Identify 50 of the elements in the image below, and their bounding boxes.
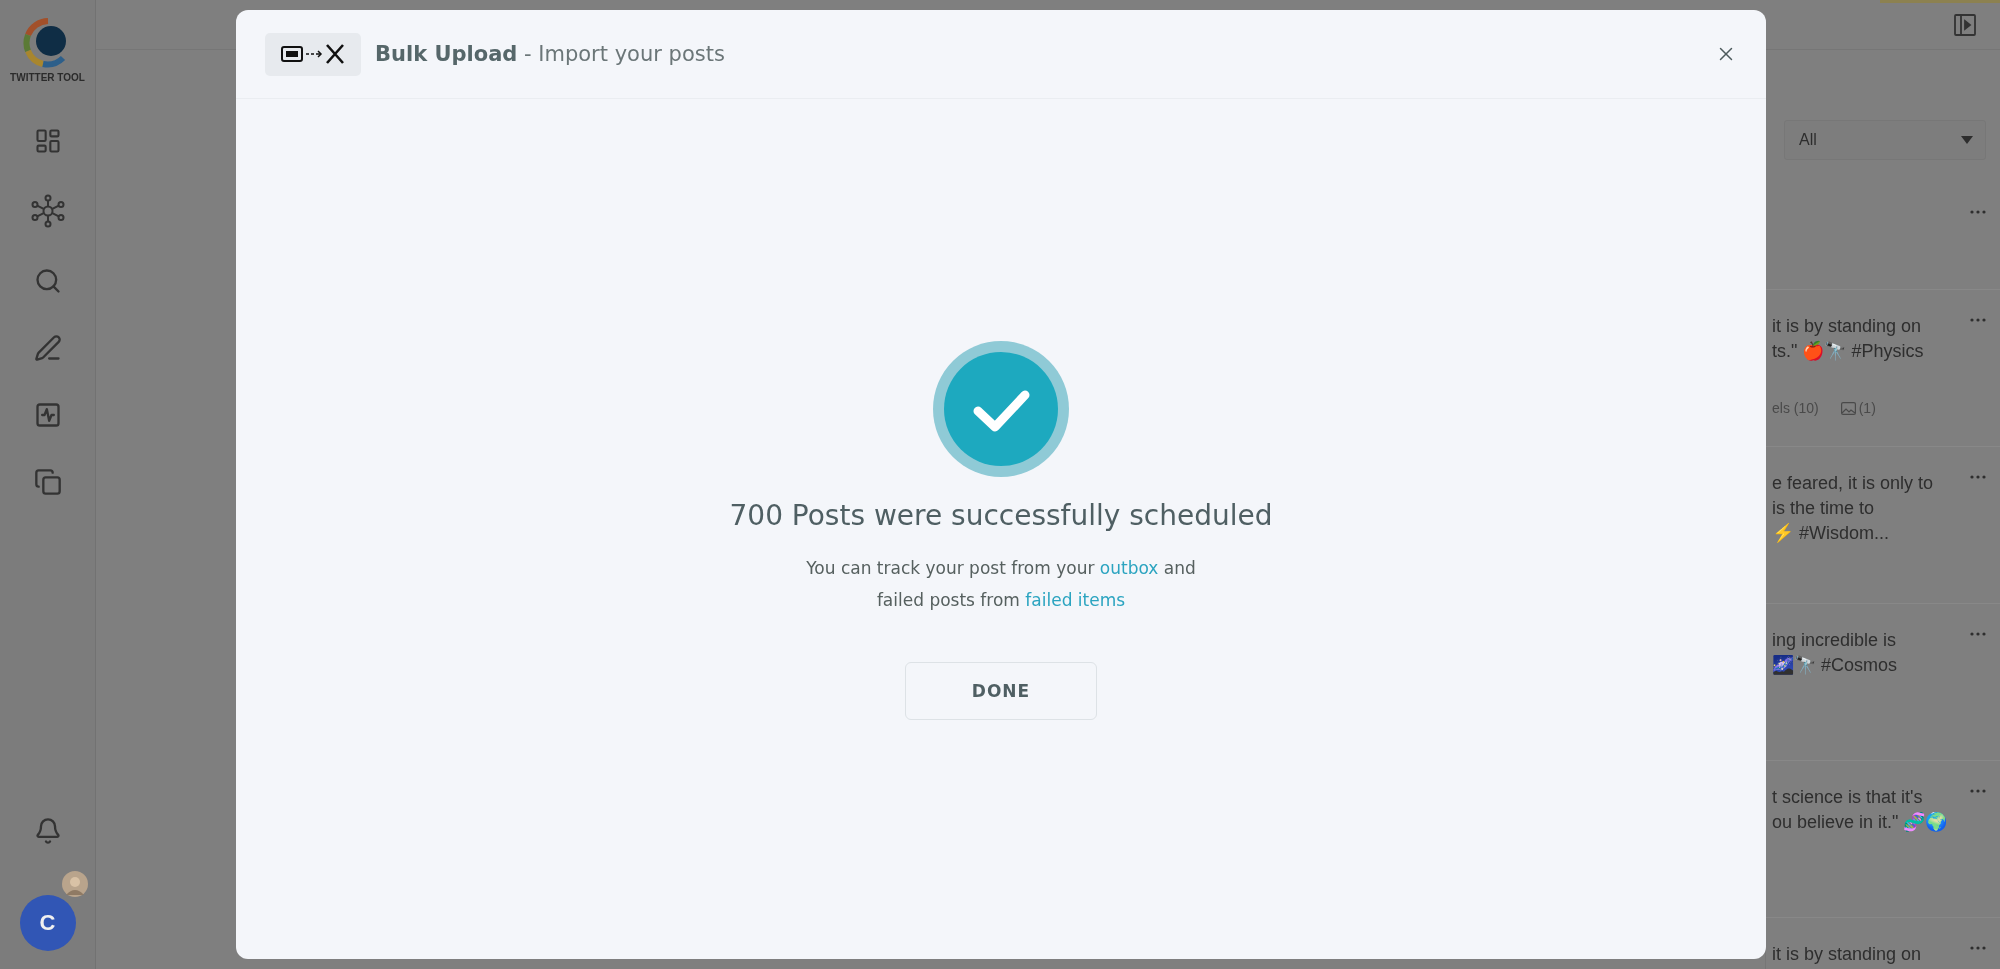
- more-button[interactable]: [1970, 208, 1986, 216]
- message-link[interactable]: outbox: [1099, 558, 1159, 578]
- filter-dropdown[interactable]: All: [1784, 120, 1986, 160]
- copy-icon: [33, 468, 62, 496]
- success-message: You can track your post from your outbox and failed posts from failed items: [806, 557, 1196, 612]
- network-icon: [30, 194, 65, 228]
- done-button[interactable]: DONE: [905, 662, 1097, 720]
- more-button[interactable]: [1970, 944, 1986, 952]
- more-button[interactable]: [1970, 316, 1986, 324]
- brand-name: TWITTER TOOL: [10, 72, 85, 83]
- more-icon: [1970, 789, 1986, 793]
- more-icon: [1970, 946, 1986, 950]
- post-text: ing incredible is: [1772, 629, 1898, 652]
- nav-button[interactable]: [33, 127, 62, 155]
- post-text: ou believe in it." 🧬🌍: [1772, 811, 1949, 834]
- more-icon: [1970, 475, 1986, 479]
- nav-button[interactable]: [33, 334, 62, 362]
- success-check-icon: [933, 341, 1069, 477]
- csv-to-x-icon: [281, 42, 345, 66]
- post-text: it is by standing on: [1772, 943, 1923, 966]
- dialog-title: Bulk Upload - Import your posts: [375, 42, 725, 66]
- nav-button[interactable]: [33, 468, 62, 496]
- post-text: is the time to: [1772, 497, 1876, 520]
- user-avatar[interactable]: C: [19, 895, 76, 951]
- image-icon: [1840, 401, 1856, 415]
- pencil-icon: [33, 334, 62, 362]
- message-link[interactable]: failed items: [1025, 590, 1126, 610]
- notifications-button[interactable]: [33, 817, 62, 845]
- nav-button[interactable]: [33, 401, 62, 429]
- bell-icon: [33, 817, 62, 845]
- more-button[interactable]: [1970, 630, 1986, 638]
- post-text: it is by standing on: [1772, 315, 1923, 338]
- nav-button[interactable]: [33, 267, 62, 295]
- panel-toggle-icon[interactable]: [1954, 13, 1976, 36]
- more-icon: [1970, 210, 1986, 214]
- more-icon: [1970, 318, 1986, 322]
- post-text: 🌌🔭 #Cosmos: [1772, 654, 1899, 677]
- more-icon: [1970, 632, 1986, 636]
- caret-icon: [1961, 136, 1973, 144]
- search-icon: [33, 267, 62, 295]
- dashboard-icon: [33, 127, 62, 155]
- more-button[interactable]: [1970, 787, 1986, 795]
- post-text: ⚡ #Wisdom...: [1772, 522, 1891, 545]
- activity-icon: [33, 401, 62, 429]
- more-button[interactable]: [1970, 473, 1986, 481]
- nav-button[interactable]: [30, 194, 65, 228]
- post-text: e feared, it is only to: [1772, 472, 1935, 495]
- post-text: t science is that it's: [1772, 786, 1924, 809]
- success-heading: 700 Posts were successfully scheduled: [729, 498, 1273, 534]
- post-text: ts." 🍎🔭 #Physics: [1772, 340, 1925, 363]
